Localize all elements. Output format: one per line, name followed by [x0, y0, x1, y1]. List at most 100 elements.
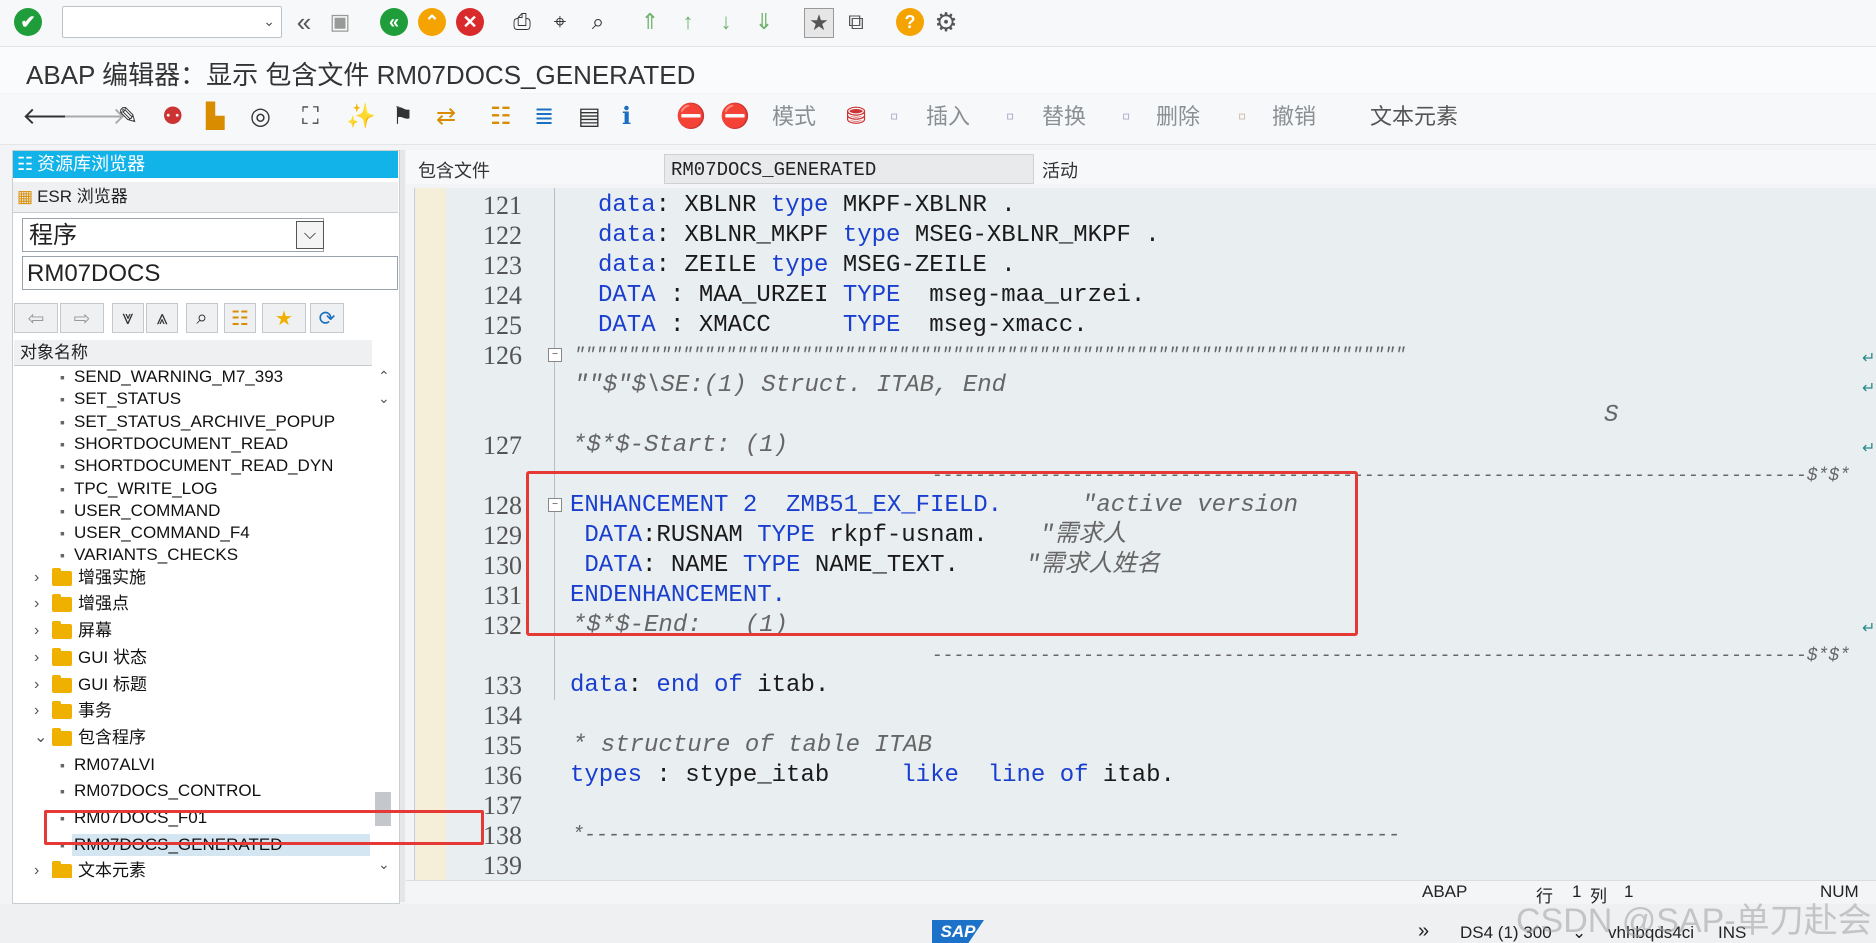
breakpoint-icon[interactable]: ⛔ — [676, 102, 706, 132]
activate-icon[interactable]: ▙ — [206, 102, 224, 132]
replace-icon[interactable]: ▫ — [1006, 102, 1015, 132]
info-icon[interactable]: ℹ — [622, 102, 631, 132]
hierarchy-icon[interactable]: ☷ — [490, 102, 512, 132]
expand-all-icon[interactable]: ⩔ — [112, 303, 144, 333]
where-used-icon[interactable]: ⛶ — [302, 102, 319, 132]
previous-page-icon[interactable]: ↑ — [674, 8, 702, 36]
collapse-all-icon[interactable]: ⩓ — [146, 303, 178, 333]
text-elements-button[interactable]: 文本元素 — [1370, 101, 1458, 133]
check-icon[interactable]: ◎ — [250, 102, 271, 132]
line-number: 127 — [483, 431, 522, 460]
insert-icon[interactable]: ▫ — [890, 102, 899, 132]
print-icon[interactable]: ⎙ — [508, 8, 536, 36]
tree-folder[interactable]: ⌄ 包含程序 — [14, 727, 372, 749]
external-breakpoint-icon[interactable]: ⛔ — [720, 102, 750, 132]
tree-leaf[interactable]: ▪ SHORTDOCUMENT_READ — [14, 433, 372, 455]
tree-item-label: RM07ALVI — [74, 754, 155, 774]
tree-leaf[interactable]: ▪ SET_STATUS_ARCHIVE_POPUP — [14, 411, 372, 433]
first-page-icon[interactable]: ⇑ — [636, 8, 664, 36]
chevron-right-icon[interactable]: › — [34, 700, 48, 722]
scroll-up-icon[interactable]: ⌃ — [378, 368, 390, 385]
binoculars-icon[interactable]: ⌕ — [186, 303, 218, 333]
esr-browser-tab[interactable]: ▦ ESR 浏览器 — [13, 182, 398, 213]
command-field[interactable]: ⌄ — [62, 6, 282, 38]
insert-button[interactable]: 插入 — [926, 101, 970, 133]
folder-icon — [52, 647, 72, 666]
last-page-icon[interactable]: ⇓ — [750, 8, 778, 36]
other-object-icon[interactable]: ⚉ — [162, 102, 184, 132]
tree-leaf[interactable]: ▪ USER_COMMAND_F4 — [14, 522, 372, 544]
find-icon[interactable]: ⌖ — [546, 8, 574, 36]
pretty-printer-icon[interactable]: ⇄ — [436, 102, 456, 132]
chevron-down-icon[interactable]: ⌄ — [34, 727, 48, 749]
object-type-select[interactable]: 程序 — [22, 218, 324, 252]
chevron-right-icon[interactable]: › — [34, 674, 48, 696]
display-change-icon[interactable]: ✎ — [118, 102, 138, 132]
layout-icon[interactable]: ▤ — [578, 102, 601, 132]
chevron-down-icon[interactable]: ⌄ — [263, 13, 275, 30]
line-number: 132 — [483, 611, 522, 640]
delete-button[interactable]: 删除 — [1156, 101, 1200, 133]
enter-icon[interactable]: ✔ — [14, 8, 42, 36]
cancel-icon[interactable]: ✕ — [456, 8, 484, 36]
tree-folder[interactable]: › 增强点 — [14, 593, 372, 615]
tree-leaf[interactable]: ▪ USER_COMMAND — [14, 500, 372, 522]
replace-button[interactable]: 替换 — [1042, 101, 1086, 133]
chevron-right-icon[interactable]: › — [34, 620, 48, 642]
scroll-down-icon[interactable]: ⌄ — [378, 856, 390, 873]
bullet-icon: ▪ — [60, 369, 65, 385]
favorites-icon[interactable]: ★ — [262, 303, 306, 333]
expand-status-icon[interactable]: » — [1418, 920, 1429, 943]
next-page-icon[interactable]: ↓ — [712, 8, 740, 36]
exit-icon[interactable]: ⌃ — [418, 8, 446, 36]
tree-leaf[interactable]: ▪ SET_STATUS — [14, 388, 372, 410]
chevron-down-icon[interactable]: ⌵ — [296, 221, 324, 249]
tree-leaf[interactable]: ▪ RM07ALVI — [14, 754, 372, 776]
enhance-icon[interactable]: ⛃ — [846, 102, 866, 132]
shortcut-icon[interactable]: ⧉ — [842, 8, 870, 36]
repository-browser-tab[interactable]: ☷ 资源库浏览器 — [13, 151, 398, 178]
stack-icon[interactable]: ≣ — [534, 102, 554, 132]
pattern-icon[interactable]: ⚑ — [392, 102, 414, 132]
chevron-right-icon[interactable]: › — [34, 567, 48, 589]
tree-folder[interactable]: › 事务 — [14, 700, 372, 722]
bullet-icon: ▪ — [60, 756, 65, 773]
delete-icon[interactable]: ▫ — [1122, 102, 1131, 132]
chevron-right-icon[interactable]: › — [34, 593, 48, 615]
hierarchy-icon[interactable]: ☷ — [224, 303, 256, 333]
back-icon[interactable]: « — [380, 8, 408, 36]
tree-leaf[interactable]: ▪ RM07DOCS_CONTROL — [14, 780, 372, 802]
panel-splitter[interactable] — [400, 150, 405, 902]
object-name-input[interactable]: RM07DOCS — [22, 256, 398, 290]
fold-toggle-icon[interactable]: − — [548, 348, 562, 362]
tree-folder[interactable]: › 屏幕 — [14, 620, 372, 642]
chevron-right-icon[interactable]: › — [34, 860, 48, 878]
mode-button[interactable]: 模式 — [772, 101, 816, 133]
forward-arrow-icon[interactable]: 🡒 — [62, 102, 126, 132]
folder-icon — [52, 701, 72, 720]
tree-leaf[interactable]: ▪ SEND_WARNING_M7_393 — [14, 366, 372, 388]
help-icon[interactable]: ? — [896, 8, 924, 36]
tree-leaf[interactable]: ▪ VARIANTS_CHECKS — [14, 544, 372, 566]
scroll-down-icon[interactable]: ⌄ — [378, 390, 390, 407]
tree-folder[interactable]: › 增强实施 — [14, 567, 372, 589]
tree-folder[interactable]: › GUI 标题 — [14, 674, 372, 696]
find-next-icon[interactable]: ⌕ — [584, 8, 612, 36]
undo-button[interactable]: 撤销 — [1272, 101, 1316, 133]
gear-icon[interactable]: ⚙ — [932, 8, 960, 36]
nav-forward-icon[interactable]: ⇨ — [60, 303, 104, 333]
save-icon[interactable]: ▣ — [326, 8, 354, 36]
double-left-icon[interactable]: « — [290, 8, 318, 36]
tree-item-label: TPC_WRITE_LOG — [74, 478, 218, 498]
new-session-icon[interactable]: ★ — [804, 8, 834, 38]
tree-folder[interactable]: › 文本元素 — [14, 860, 372, 878]
tree-leaf[interactable]: ▪ SHORTDOCUMENT_READ_DYN — [14, 455, 372, 477]
refresh-icon[interactable]: ⟳ — [310, 303, 344, 333]
nav-back-icon[interactable]: ⇦ — [14, 303, 58, 333]
chevron-right-icon[interactable]: › — [34, 647, 48, 669]
wand-icon[interactable]: ✨ — [346, 102, 376, 132]
tree-leaf[interactable]: ▪ TPC_WRITE_LOG — [14, 478, 372, 500]
folder-icon — [52, 674, 72, 693]
undo-icon[interactable]: ▫ — [1238, 102, 1247, 132]
tree-folder[interactable]: › GUI 状态 — [14, 647, 372, 669]
